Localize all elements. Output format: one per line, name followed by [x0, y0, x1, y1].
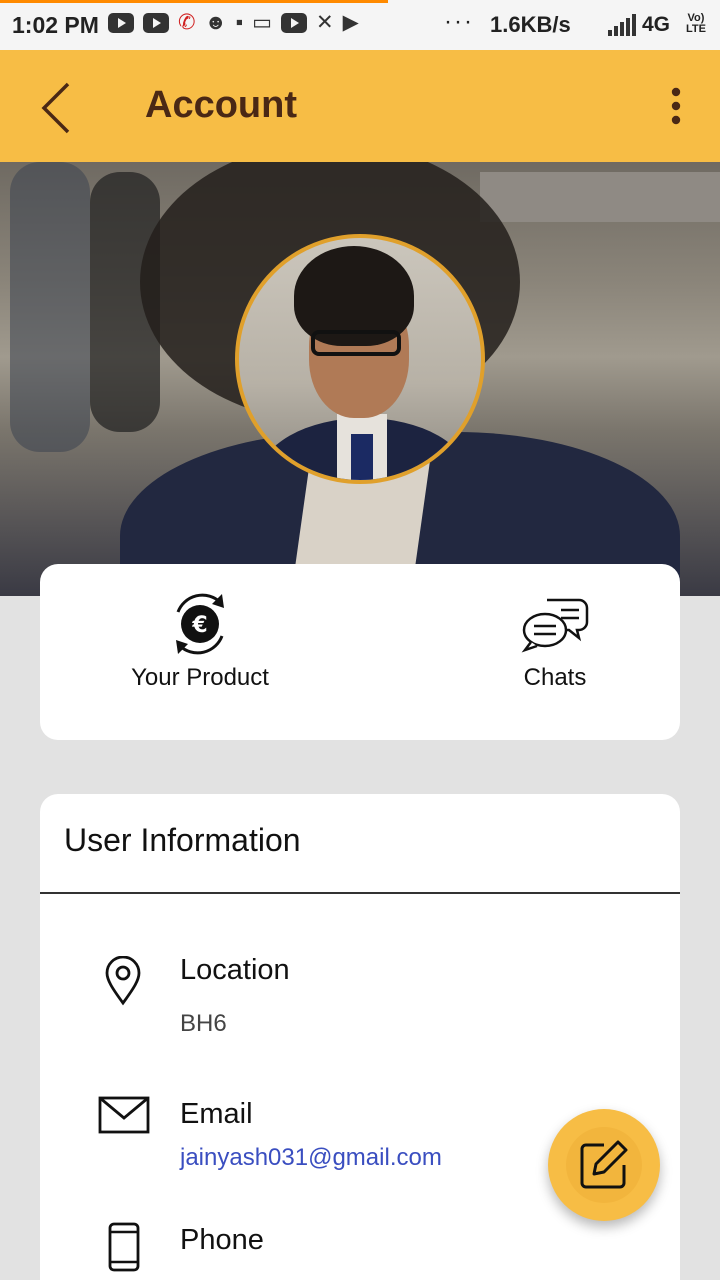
youtube-icon	[108, 13, 134, 33]
avatar[interactable]	[235, 234, 485, 484]
back-button[interactable]	[30, 78, 86, 134]
face-icon: ☻	[204, 11, 227, 34]
youtube-icon	[143, 13, 169, 33]
email-value[interactable]: jainyash031@gmail.com	[180, 1144, 442, 1172]
missed-call-icon: ✆	[178, 11, 196, 34]
more-notifications-icon: ···	[444, 8, 474, 35]
network-speed: 1.6KB/s	[490, 12, 571, 37]
your-product-label: Your Product	[131, 664, 269, 691]
app-bar: Account	[0, 50, 720, 162]
volte-indicator: Vo) LTE	[686, 13, 706, 35]
status-bar: 1:02 PM ✆ ☻ ▪ ▭ ✕ ▶ ··· 1.6KB/s 4G Vo) L…	[0, 0, 720, 50]
edit-profile-fab[interactable]	[548, 1109, 660, 1221]
signal-icon	[608, 14, 636, 36]
edit-icon	[580, 1140, 628, 1189]
notification-icons: ✆ ☻ ▪ ▭ ✕ ▶	[108, 12, 359, 34]
profile-cover-image	[0, 162, 720, 596]
user-information-title: User Information	[64, 822, 301, 858]
chat-bubbles-icon	[521, 598, 589, 653]
your-product-button[interactable]: € Your Product	[120, 590, 280, 692]
overflow-menu-button[interactable]	[658, 84, 694, 128]
status-time: 1:02 PM	[12, 12, 99, 38]
chats-button[interactable]: Chats	[495, 590, 615, 692]
download-progress	[0, 0, 388, 3]
calendar-icon: ▭	[252, 11, 273, 34]
phone-label: Phone	[180, 1224, 264, 1256]
volte-bottom: LTE	[686, 23, 706, 35]
more-vert-icon	[671, 87, 681, 125]
play-store-icon: ▶	[342, 11, 359, 34]
message-icon: ▪	[235, 11, 244, 34]
youtube-icon	[281, 13, 308, 33]
envelope-icon	[98, 1096, 150, 1134]
quick-actions-card: € Your Product Chats	[40, 564, 680, 740]
email-label: Email	[180, 1098, 253, 1130]
page-title: Account	[145, 84, 297, 126]
network-type: 4G	[642, 13, 671, 36]
location-pin-icon	[105, 956, 141, 1006]
chats-label: Chats	[523, 664, 587, 691]
back-arrow-icon	[41, 82, 70, 134]
svg-text:€: €	[191, 613, 207, 638]
location-label: Location	[180, 954, 290, 986]
divider	[40, 892, 680, 894]
tools-icon: ✕	[316, 11, 334, 34]
phone-icon	[108, 1222, 140, 1272]
location-value: BH6	[180, 1010, 227, 1037]
currency-exchange-icon: €	[176, 593, 224, 655]
